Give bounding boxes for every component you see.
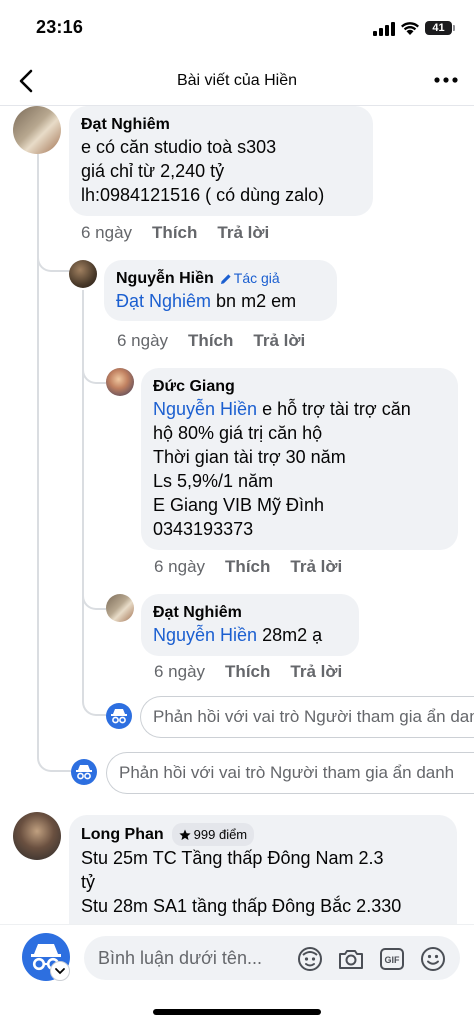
battery-level: 41: [425, 21, 452, 35]
anonymous-icon: [71, 759, 97, 785]
page-title: Bài viết của Hiền: [176, 72, 298, 89]
thread-connector: [82, 696, 106, 716]
comment-author[interactable]: Đạt Nghiêm: [153, 602, 242, 623]
more-icon[interactable]: [434, 75, 458, 85]
reply-input[interactable]: Phản hồi với vai trò Người tham gia ẩn d…: [140, 696, 474, 738]
home-indicator: [153, 1009, 321, 1015]
like-button[interactable]: Thích: [152, 223, 197, 243]
mention[interactable]: Nguyễn Hiền: [153, 625, 257, 645]
chevron-down-icon[interactable]: [50, 961, 70, 981]
reply-button[interactable]: Trả lời: [253, 331, 305, 351]
avatar[interactable]: [69, 260, 97, 288]
like-button[interactable]: Thích: [225, 557, 270, 577]
comment-text: 28m2 ạ: [257, 625, 323, 645]
comment-actions: 6 ngày Thích Trả lời: [154, 557, 342, 577]
comment-text: e có căn studio toà s303 giá chỉ từ 2,24…: [81, 137, 325, 205]
header: Bài viết của Hiền: [0, 56, 474, 106]
thread-connector: [82, 590, 106, 610]
avatar[interactable]: [106, 368, 134, 396]
comment-text: bn m2 em: [211, 291, 297, 311]
svg-text:GIF: GIF: [385, 955, 401, 965]
avatar[interactable]: [13, 812, 61, 860]
avatar-icon[interactable]: [296, 945, 324, 973]
author-badge: Tác giả: [220, 268, 280, 289]
like-button[interactable]: Thích: [188, 331, 233, 351]
comment-time[interactable]: 6 ngày: [81, 223, 132, 243]
thread-connector: [37, 252, 71, 272]
emoji-icon[interactable]: [419, 945, 447, 973]
reply-button[interactable]: Trả lời: [217, 223, 269, 243]
thread-line: [82, 290, 84, 698]
mention[interactable]: Đạt Nghiêm: [116, 291, 211, 311]
comment-bubble: Đức Giang Nguyễn Hiền e hỗ trợ tài trợ c…: [141, 368, 458, 550]
pencil-icon: [220, 273, 231, 284]
mention[interactable]: Nguyễn Hiền: [153, 399, 257, 419]
comment-input[interactable]: Bình luận dưới tên... GIF: [84, 936, 460, 980]
comment-text: e hỗ trợ tài trợ căn hộ 80% giá trị căn …: [153, 399, 411, 539]
points-badge: 999 điểm: [171, 823, 255, 846]
star-icon: [179, 829, 191, 840]
status-bar: 23:16 41: [0, 0, 474, 56]
comment-author[interactable]: Đạt Nghiêm: [81, 114, 170, 135]
comment-author[interactable]: Nguyễn Hiền: [116, 268, 214, 289]
reply-button[interactable]: Trả lời: [290, 662, 342, 682]
camera-icon[interactable]: [337, 945, 365, 973]
comment-author[interactable]: Đức Giang: [153, 376, 235, 397]
wifi-icon: [401, 22, 419, 35]
comment-time[interactable]: 6 ngày: [117, 331, 168, 351]
anonymous-icon: [106, 703, 132, 729]
comment-author[interactable]: Long Phan: [81, 824, 164, 845]
like-button[interactable]: Thích: [225, 662, 270, 682]
comment-time[interactable]: 6 ngày: [154, 557, 205, 577]
avatar[interactable]: [106, 594, 134, 622]
comment-time[interactable]: 6 ngày: [154, 662, 205, 682]
comment-actions: 6 ngày Thích Trả lời: [154, 662, 342, 682]
thread-line: [37, 154, 39, 754]
comment-bubble: Nguyễn Hiền Tác giả Đạt Nghiêm bn m2 em: [104, 260, 337, 321]
comment-actions: 6 ngày Thích Trả lời: [81, 223, 269, 243]
comment-actions: 6 ngày Thích Trả lời: [117, 331, 305, 351]
author-badge-label: Tác giả: [233, 270, 280, 286]
comment-bubble: Long Phan 999 điểm Stu 25m TC Tầng thấp …: [69, 815, 457, 925]
comment-text: Stu 25m TC Tầng thấp Đông Nam 2.3 tỷ Stu…: [81, 848, 402, 916]
reply-input[interactable]: Phản hồi với vai trò Người tham gia ẩn d…: [106, 752, 474, 794]
comment-bubble: Đạt Nghiêm Nguyễn Hiền 28m2 ạ: [141, 594, 359, 656]
thread-connector: [37, 752, 71, 772]
gif-icon[interactable]: GIF: [378, 945, 406, 973]
avatar[interactable]: [13, 106, 61, 154]
comment-input-placeholder: Bình luận dưới tên...: [98, 948, 262, 968]
comment-bubble: Đạt Nghiêm e có căn studio toà s303 giá …: [69, 106, 373, 216]
signal-icon: [373, 22, 395, 36]
points-label: 999 điểm: [193, 827, 248, 842]
reply-button[interactable]: Trả lời: [290, 557, 342, 577]
status-time: 23:16: [36, 17, 84, 37]
battery-cap: [453, 25, 455, 31]
thread-connector: [82, 364, 106, 384]
